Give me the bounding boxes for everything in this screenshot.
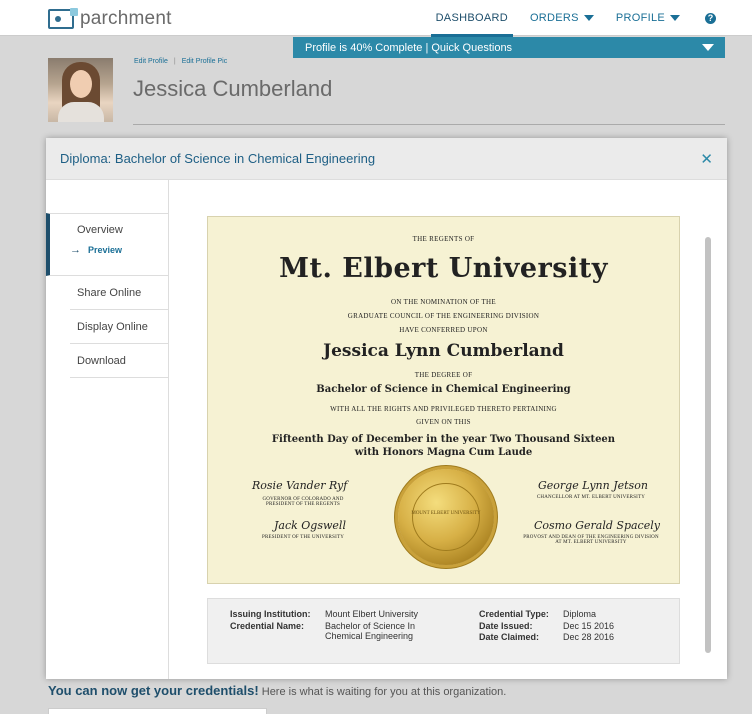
modal-content: THE REGENTS OF Mt. Elbert University ON … bbox=[170, 180, 713, 679]
modal-sidebar: Overview → Preview Share Online Display … bbox=[46, 180, 169, 679]
nav-profile-label: PROFILE bbox=[615, 12, 665, 24]
modal-header: Diploma: Bachelor of Science in Chemical… bbox=[46, 138, 727, 180]
sidebar-subitem-preview[interactable]: → Preview bbox=[70, 244, 122, 256]
main-nav: DASHBOARD ORDERS PROFILE ? bbox=[425, 0, 752, 37]
diploma-date-line: Fifteenth Day of December in the year Tw… bbox=[271, 434, 616, 445]
chevron-down-icon bbox=[583, 15, 594, 21]
chevron-down-icon bbox=[670, 15, 680, 21]
label: Date Claimed: bbox=[479, 632, 540, 642]
signature-4: Cosmo Gerald Spacely bbox=[534, 519, 660, 532]
label: Issuing Institution: bbox=[230, 609, 311, 619]
signature-role-line: PRESIDENT OF THE REGENTS bbox=[266, 502, 340, 507]
diploma-line: GRADUATE COUNCIL OF THE ENGINEERING DIVI… bbox=[347, 312, 540, 320]
close-icon[interactable]: ✕ bbox=[700, 150, 713, 168]
label: Credential Type: bbox=[479, 609, 549, 619]
logo-icon bbox=[48, 8, 78, 29]
diploma-recipient: Jessica Lynn Cumberland bbox=[323, 341, 564, 361]
gold-seal-icon: MOUNT ELBERT UNIVERSITY bbox=[398, 469, 494, 565]
edit-profile-pic-link[interactable]: Edit Profile Pic bbox=[182, 58, 228, 65]
signature-3: George Lynn Jetson bbox=[538, 479, 648, 492]
credential-card bbox=[48, 708, 267, 714]
edit-profile-link[interactable]: Edit Profile bbox=[134, 58, 168, 65]
date-claimed-value: Dec 28 2016 bbox=[563, 632, 615, 642]
credential-details: Issuing Institution: Mount Elbert Univer… bbox=[207, 598, 680, 664]
date-issued-label: Date Issued: bbox=[479, 621, 533, 631]
issuing-institution-label: Issuing Institution: bbox=[230, 609, 311, 619]
signature-2-role: PRESIDENT OF THE UNIVERSITY bbox=[261, 535, 345, 540]
sidebar-item-overview[interactable]: Overview → Preview bbox=[46, 213, 169, 276]
signature-2: Jack Ogswell bbox=[274, 519, 346, 532]
seal-text: MOUNT ELBERT UNIVERSITY bbox=[411, 511, 481, 516]
sidebar-item-download[interactable]: Download bbox=[70, 344, 169, 378]
diploma-preview: THE REGENTS OF Mt. Elbert University ON … bbox=[207, 216, 680, 584]
diploma-date: Fifteenth Day of December in the year Tw… bbox=[208, 433, 679, 459]
help-icon[interactable]: ? bbox=[705, 12, 716, 24]
credential-name-value: Bachelor of Science In Chemical Engineer… bbox=[325, 621, 415, 641]
diploma-regents: THE REGENTS OF bbox=[412, 235, 475, 243]
diploma-line: GIVEN ON THIS bbox=[416, 418, 471, 426]
sidebar-item-display-online[interactable]: Display Online bbox=[70, 310, 169, 344]
signature-role-line: AT MT. ELBERT UNIVERSITY bbox=[555, 540, 627, 545]
credential-type-label: Credential Type: bbox=[479, 609, 549, 619]
signature-1-role: GOVERNOR OF COLORADO AND PRESIDENT OF TH… bbox=[258, 497, 348, 507]
arrow-right-icon: → bbox=[70, 244, 81, 256]
nav-profile[interactable]: PROFILE bbox=[605, 0, 691, 36]
signature-3-role: CHANCELLOR AT MT. ELBERT UNIVERSITY bbox=[536, 495, 646, 500]
sidebar-item-share-online[interactable]: Share Online bbox=[70, 276, 169, 310]
credentials-message: You can now get your credentials! Here i… bbox=[48, 683, 506, 698]
modal-title: Diploma: Bachelor of Science in Chemical… bbox=[60, 151, 376, 166]
diploma-line: HAVE CONFERRED UPON bbox=[399, 326, 488, 334]
divider bbox=[133, 124, 725, 125]
issuing-institution-value: Mount Elbert University bbox=[325, 609, 419, 619]
link-separator: | bbox=[173, 58, 176, 65]
signature-1: Rosie Vander Ryf bbox=[252, 479, 348, 492]
value-line: Bachelor of Science In bbox=[325, 621, 416, 631]
diploma-line: WITH ALL THE RIGHTS AND PRIVILEGED THERE… bbox=[330, 405, 557, 413]
nav-orders[interactable]: ORDERS bbox=[519, 0, 605, 36]
date-claimed-label: Date Claimed: bbox=[479, 632, 539, 642]
profile-completion-bar[interactable]: Profile is 40% Complete | Quick Question… bbox=[293, 37, 725, 58]
diploma-degree: Bachelor of Science in Chemical Engineer… bbox=[316, 384, 571, 395]
nav-orders-label: ORDERS bbox=[529, 12, 579, 24]
diploma-honors: with Honors Magna Cum Laude bbox=[354, 447, 533, 458]
profile-completion-text: Profile is 40% Complete | Quick Question… bbox=[305, 41, 513, 54]
label: Date Issued: bbox=[479, 621, 533, 631]
diploma-modal: Diploma: Bachelor of Science in Chemical… bbox=[46, 138, 727, 679]
credentials-headline: You can now get your credentials! bbox=[48, 683, 259, 698]
nav-dashboard[interactable]: DASHBOARD bbox=[425, 0, 519, 37]
scrollbar[interactable] bbox=[705, 237, 711, 653]
date-issued-value: Dec 15 2016 bbox=[563, 621, 615, 631]
credential-type-value: Diploma bbox=[563, 609, 597, 619]
value-line: Chemical Engineering bbox=[325, 631, 414, 641]
user-name: Jessica Cumberland bbox=[133, 76, 333, 101]
parchment-logo[interactable]: parchment bbox=[48, 8, 172, 30]
edit-links: Edit Profile | Edit Profile Pic bbox=[134, 58, 227, 65]
diploma-line: ON THE NOMINATION OF THE bbox=[391, 298, 496, 306]
diploma-line: THE DEGREE OF bbox=[414, 371, 473, 379]
chevron-down-icon[interactable] bbox=[702, 44, 714, 51]
credentials-subtext: Here is what is waiting for you at this … bbox=[258, 686, 507, 698]
avatar bbox=[48, 58, 113, 122]
sidebar-item-label: Overview bbox=[77, 224, 123, 236]
top-navigation-bar: parchment DASHBOARD ORDERS PROFILE ? bbox=[0, 0, 752, 37]
credential-name-label: Credential Name: bbox=[230, 621, 304, 631]
signature-4-role: PROVOST AND DEAN OF THE ENGINEERING DIVI… bbox=[518, 535, 664, 545]
sidebar-subitem-label: Preview bbox=[88, 245, 123, 255]
logo-text: parchment bbox=[80, 8, 172, 29]
diploma-university: Mt. Elbert University bbox=[279, 253, 608, 284]
label: Credential Name: bbox=[230, 621, 305, 631]
